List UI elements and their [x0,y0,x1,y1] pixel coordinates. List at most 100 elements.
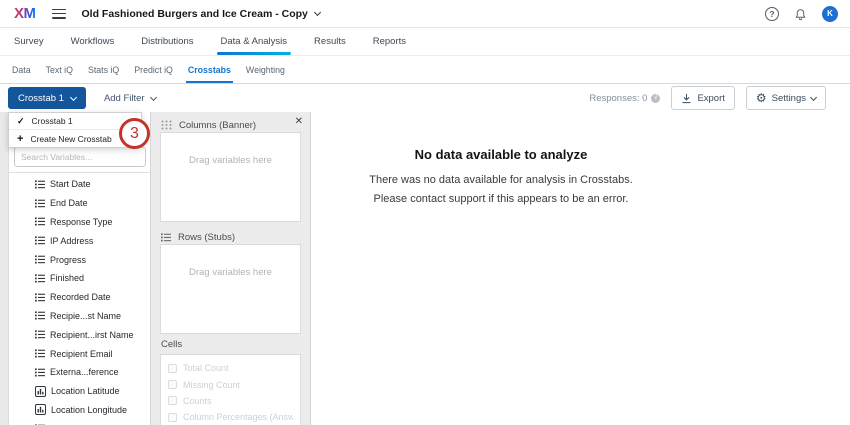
variable-item[interactable]: Recipie...st Name [9,307,150,326]
checkbox[interactable] [168,413,177,422]
variables-list: Start Date End Date Response Type IP Add… [9,172,150,425]
variable-label: Location Longitude [51,405,127,415]
variable-label: Progress [50,255,86,265]
content-area: Start Date End Date Response Type IP Add… [0,112,850,425]
list-icon [35,217,45,226]
variable-label: Location Latitude [51,386,120,396]
export-button[interactable]: Export [671,86,734,110]
cell-option-missing-count[interactable]: Missing Count [168,376,293,392]
variable-item[interactable]: Location Longitude [9,401,150,420]
variable-item[interactable]: Externa...ference [9,363,150,382]
help-icon[interactable]: ? [765,7,779,21]
chevron-down-icon [70,93,77,100]
xm-logo: XM [14,5,36,22]
variable-item[interactable]: Distrib...Channel [9,419,150,425]
info-icon[interactable]: i [651,94,660,103]
bar-chart-icon [35,386,46,397]
crosstab-builder-panel: ✕ Columns (Banner) Drag variables here R… [151,112,311,425]
cell-option-counts[interactable]: Counts [168,393,293,409]
left-gutter [0,112,9,425]
checkbox[interactable] [168,396,177,405]
settings-button[interactable]: ⚙ Settings [746,86,826,110]
list-icon [161,233,171,242]
rows-stubs-header: Rows (Stubs) [151,226,310,244]
checkbox[interactable] [168,380,177,389]
tab-distributions[interactable]: Distributions [141,28,193,55]
menu-item-label: Crosstab 1 [32,116,73,126]
bar-chart-icon [35,404,46,415]
columns-banner-label: Columns (Banner) [179,120,256,131]
cell-option-label: Column Percentages (Answering) [183,412,293,422]
subtab-text-iq[interactable]: Text iQ [44,56,75,83]
variable-label: Externa...ference [50,367,119,377]
list-icon [35,349,45,358]
variable-item[interactable]: Finished [9,269,150,288]
menu-item-label: Create New Crosstab [30,134,111,144]
variable-label: Recipie...st Name [50,311,121,321]
cells-header: Cells [151,339,310,352]
survey-title-chevron-down-icon[interactable] [314,9,321,16]
variables-panel: Start Date End Date Response Type IP Add… [9,112,151,425]
settings-label: Settings [772,93,806,104]
list-icon [35,236,45,245]
rows-dropzone[interactable]: Drag variables here [160,244,301,334]
search-variables-input[interactable] [14,147,146,167]
toolbar-right: Responses: 0 i Export ⚙ Settings [589,86,826,110]
variable-item[interactable]: Start Date [9,175,150,194]
cell-option-label: Missing Count [183,380,240,390]
user-avatar[interactable]: K [822,6,838,22]
checkmark-icon: ✓ [17,116,25,127]
close-icon[interactable]: ✕ [295,117,303,127]
subtab-weighting[interactable]: Weighting [244,56,287,83]
variable-item[interactable]: End Date [9,194,150,213]
add-filter-label: Add Filter [104,93,145,104]
variable-item[interactable]: Recorded Date [9,288,150,307]
top-bar: XM Old Fashioned Burgers and Ice Cream -… [0,0,850,28]
list-icon [35,255,45,264]
topbar-actions: ? K [765,6,838,22]
sub-nav: Data Text iQ Stats iQ Predict iQ Crossta… [0,56,850,84]
columns-dropzone[interactable]: Drag variables here [160,132,301,222]
variable-item[interactable]: Progress [9,250,150,269]
main-nav: Survey Workflows Distributions Data & An… [0,28,850,56]
variable-item[interactable]: Response Type [9,213,150,232]
variable-label: Response Type [50,217,112,227]
tab-data-analysis[interactable]: Data & Analysis [221,28,288,55]
variable-label: Start Date [50,179,91,189]
variable-item[interactable]: IP Address [9,231,150,250]
empty-state-line1: There was no data available for analysis… [321,171,681,190]
crosstab-selector-button[interactable]: Crosstab 1 [8,87,86,109]
drag-handle-icon[interactable] [161,120,172,130]
subtab-stats-iq[interactable]: Stats iQ [86,56,121,83]
tab-survey[interactable]: Survey [14,28,44,55]
columns-dropzone-text: Drag variables here [189,155,272,166]
subtab-crosstabs[interactable]: Crosstabs [186,56,233,83]
chevron-down-icon [150,93,157,100]
variable-item[interactable]: Location Latitude [9,382,150,401]
add-filter-button[interactable]: Add Filter [104,93,156,104]
tab-reports[interactable]: Reports [373,28,406,55]
variable-label: Recipient Email [50,349,113,359]
variable-item[interactable]: Recipient Email [9,344,150,363]
notifications-bell-icon[interactable] [794,7,807,21]
list-icon [35,368,45,377]
subtab-predict-iq[interactable]: Predict iQ [132,56,175,83]
cell-option-total-count[interactable]: Total Count [168,360,293,376]
list-icon [35,293,45,302]
hamburger-menu-icon[interactable] [52,9,66,19]
crosstabs-toolbar: Crosstab 1 Add Filter Responses: 0 i Exp… [0,84,850,112]
gear-icon: ⚙ [756,92,767,104]
variable-label: End Date [50,198,88,208]
empty-state-title: No data available to analyze [321,147,681,162]
list-icon [35,274,45,283]
variable-label: Recipient...irst Name [50,330,134,340]
subtab-data[interactable]: Data [10,56,33,83]
cell-option-column-percentages[interactable]: Column Percentages (Answering) [168,409,293,425]
checkbox[interactable] [168,364,177,373]
rows-dropzone-text: Drag variables here [189,267,272,278]
rows-stubs-label: Rows (Stubs) [178,232,235,243]
variable-item[interactable]: Recipient...irst Name [9,325,150,344]
tab-results[interactable]: Results [314,28,346,55]
tab-workflows[interactable]: Workflows [71,28,115,55]
variable-label: IP Address [50,236,93,246]
